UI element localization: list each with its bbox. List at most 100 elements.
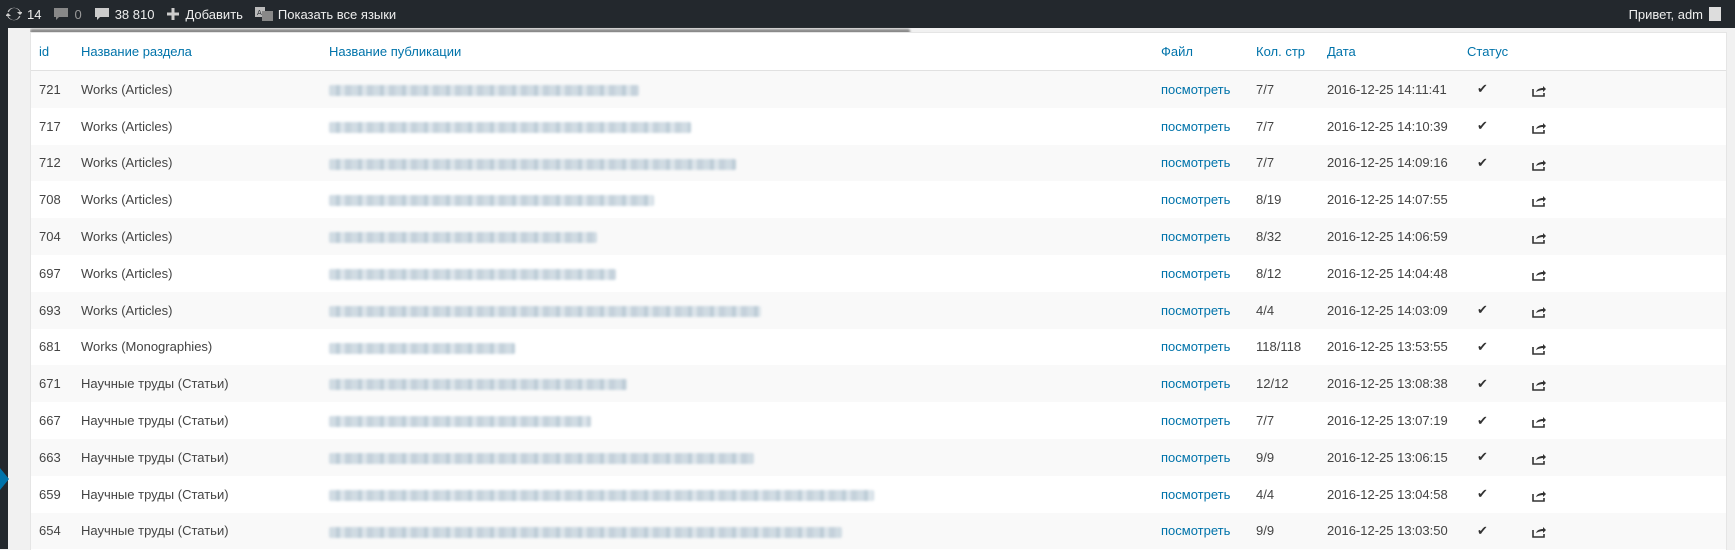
column-section[interactable]: Название раздела bbox=[73, 33, 321, 71]
languages-item[interactable]: A Показать все языки bbox=[249, 0, 402, 28]
row-file-link[interactable]: посмотреть bbox=[1153, 329, 1248, 366]
column-pages[interactable]: Кол. стр bbox=[1248, 33, 1319, 71]
redacted-title bbox=[329, 416, 591, 428]
table-row: 721 Works (Articles) посмотреть 7/7 2016-12-… bbox=[31, 70, 1726, 108]
comments-item[interactable]: 0 bbox=[47, 0, 87, 28]
row-file-link[interactable]: посмотреть bbox=[1153, 181, 1248, 218]
share-icon[interactable] bbox=[1532, 268, 1546, 281]
row-file-link[interactable]: посмотреть bbox=[1153, 365, 1248, 403]
row-action[interactable] bbox=[1532, 70, 1726, 108]
row-pages: 8/19 bbox=[1256, 192, 1282, 208]
add-label: Добавить bbox=[185, 6, 243, 22]
redacted-title bbox=[329, 232, 597, 244]
add-new-item[interactable]: Добавить bbox=[160, 0, 248, 28]
redacted-title bbox=[329, 526, 842, 538]
row-section: Works (Articles) bbox=[81, 265, 173, 281]
row-file-link[interactable]: посмотреть bbox=[1153, 108, 1248, 145]
row-date: 2016-12-25 13:06:15 bbox=[1319, 438, 1467, 476]
redacted-title bbox=[329, 489, 874, 501]
row-pages: 4/4 bbox=[1248, 291, 1319, 329]
row-status bbox=[1467, 218, 1532, 255]
row-date: 2016-12-25 13:03:50 bbox=[1319, 512, 1467, 550]
speech-bubble-icon bbox=[94, 8, 109, 20]
redacted-title bbox=[329, 452, 754, 464]
share-icon[interactable] bbox=[1532, 84, 1546, 97]
row-action[interactable] bbox=[1532, 255, 1726, 292]
row-action[interactable] bbox=[1532, 218, 1726, 255]
translation-icon: A bbox=[254, 7, 273, 21]
column-date[interactable]: Дата bbox=[1319, 33, 1467, 71]
reviews-count: 38 810 bbox=[114, 6, 155, 22]
column-status[interactable]: Статус bbox=[1467, 33, 1532, 71]
row-date: 2016-12-25 13:53:55 bbox=[1327, 339, 1448, 355]
row-file-link[interactable]: посмотреть bbox=[1153, 144, 1248, 182]
share-icon[interactable] bbox=[1532, 489, 1546, 502]
column-id[interactable]: id bbox=[31, 33, 73, 71]
row-file-link[interactable]: посмотреть bbox=[1153, 476, 1248, 513]
row-publication-title bbox=[321, 402, 1153, 439]
row-file-link[interactable]: посмотреть bbox=[1153, 255, 1248, 292]
table-row: 654 Научные труды (Статьи) посмотреть 9/9 20… bbox=[31, 512, 1726, 550]
share-icon[interactable] bbox=[1532, 452, 1546, 465]
row-file-link[interactable]: посмотреть bbox=[1153, 291, 1248, 329]
row-pages: 7/7 bbox=[1256, 118, 1275, 134]
share-icon[interactable] bbox=[1532, 342, 1546, 355]
row-action[interactable] bbox=[1532, 181, 1726, 218]
row-status: ✔ bbox=[1467, 476, 1532, 513]
row-date: 2016-12-25 13:08:38 bbox=[1319, 365, 1467, 403]
status-check-icon: ✔ bbox=[1477, 81, 1488, 97]
row-file-link[interactable]: посмотреть bbox=[1153, 438, 1248, 476]
menu-collapse-arrow-icon[interactable] bbox=[0, 468, 9, 490]
my-account[interactable]: Привет, adm bbox=[1629, 0, 1721, 28]
publications-table-panel: id Название раздела Название публикации … bbox=[30, 32, 1727, 550]
status-check-icon: ✔ bbox=[1477, 154, 1488, 170]
share-icon[interactable] bbox=[1532, 378, 1546, 392]
share-icon[interactable] bbox=[1532, 525, 1546, 539]
share-icon[interactable] bbox=[1532, 305, 1546, 318]
table-row: 659 Научные труды (Статьи) посмотреть 4/4 20… bbox=[31, 476, 1726, 513]
share-icon[interactable] bbox=[1532, 158, 1546, 171]
redacted-title bbox=[329, 268, 616, 280]
row-section: Works (Monographies) bbox=[81, 339, 213, 355]
updates-item[interactable]: 14 bbox=[0, 0, 47, 28]
row-file-link[interactable]: посмотреть bbox=[1153, 70, 1248, 108]
row-file-link[interactable]: посмотреть bbox=[1153, 402, 1248, 439]
row-publication-title bbox=[321, 329, 1153, 366]
row-action[interactable] bbox=[1532, 291, 1726, 329]
row-action[interactable] bbox=[1532, 329, 1726, 366]
row-action[interactable] bbox=[1532, 365, 1726, 403]
status-check-icon: ✔ bbox=[1477, 486, 1488, 502]
row-publication-title bbox=[321, 108, 1153, 145]
row-file-link[interactable]: посмотреть bbox=[1153, 512, 1248, 550]
row-publication-title bbox=[321, 144, 1153, 182]
row-section: Научные труды (Статьи) bbox=[73, 365, 321, 403]
row-section: Научные труды (Статьи) bbox=[81, 486, 229, 502]
reviews-item[interactable]: 38 810 bbox=[88, 0, 161, 28]
table-row: 663 Научные труды (Статьи) посмотреть 9/9 20… bbox=[31, 438, 1726, 476]
row-date: 2016-12-25 14:07:55 bbox=[1327, 192, 1448, 208]
row-action[interactable] bbox=[1532, 438, 1726, 476]
comment-icon bbox=[54, 8, 69, 20]
status-check-icon: ✔ bbox=[1477, 118, 1488, 134]
share-icon[interactable] bbox=[1532, 415, 1546, 428]
row-action[interactable] bbox=[1532, 476, 1726, 513]
row-action[interactable] bbox=[1532, 144, 1726, 182]
share-icon[interactable] bbox=[1532, 231, 1546, 244]
column-publication[interactable]: Название публикации bbox=[321, 33, 1153, 71]
row-status: ✔ bbox=[1467, 108, 1532, 145]
row-date: 2016-12-25 13:07:19 bbox=[1327, 413, 1448, 429]
share-icon[interactable] bbox=[1532, 121, 1546, 134]
column-file[interactable]: Файл bbox=[1153, 33, 1248, 71]
row-action[interactable] bbox=[1532, 512, 1726, 550]
table-row: 681 Works (Monographies) посмотреть 118/118… bbox=[31, 329, 1726, 366]
row-action[interactable] bbox=[1532, 108, 1726, 145]
table-row: 717 Works (Articles) посмотреть 7/7 2016-12-… bbox=[31, 108, 1726, 145]
status-check-icon: ✔ bbox=[1477, 412, 1488, 428]
row-file-link[interactable]: посмотреть bbox=[1153, 218, 1248, 255]
share-icon[interactable] bbox=[1532, 194, 1546, 208]
languages-label: Показать все языки bbox=[277, 6, 397, 22]
redacted-title bbox=[329, 121, 691, 133]
row-id: 667 bbox=[39, 413, 61, 429]
row-action[interactable] bbox=[1532, 402, 1726, 439]
row-section: Научные труды (Статьи) bbox=[73, 438, 321, 476]
